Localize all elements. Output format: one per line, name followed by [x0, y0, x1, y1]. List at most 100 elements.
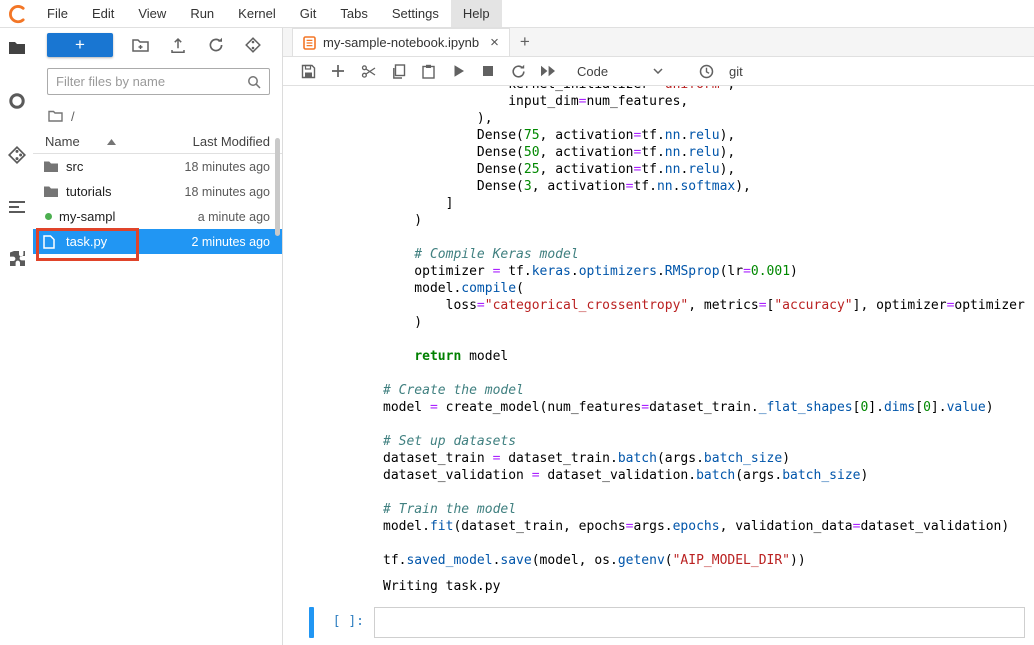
restart-kernel-icon[interactable] — [503, 64, 533, 79]
breadcrumb-root[interactable]: / — [71, 109, 75, 124]
file-row-my-sampl[interactable]: my-sampl a minute ago — [33, 204, 282, 229]
code-line — [383, 229, 1034, 246]
main-row: + — [0, 28, 1034, 645]
new-tab-button[interactable]: + — [510, 28, 540, 56]
workspace: my-sample-notebook.ipynb × + — [283, 28, 1034, 645]
save-icon[interactable] — [293, 64, 323, 79]
file-name: tutorials — [66, 184, 112, 199]
empty-cell-editor[interactable] — [374, 607, 1025, 638]
search-icon — [247, 75, 261, 89]
code-cell-editor[interactable]: kernel_initializer="uniform", input_dim=… — [374, 86, 1034, 569]
file-browser-scrollbar[interactable] — [275, 138, 280, 236]
notebook-toolbar: Code git — [283, 57, 1034, 86]
cell-type-dropdown[interactable]: Code — [577, 64, 663, 79]
code-line — [383, 331, 1034, 348]
tab-notebook[interactable]: my-sample-notebook.ipynb × — [292, 28, 510, 56]
code-line — [383, 535, 1034, 552]
fast-forward-icon[interactable] — [533, 65, 563, 77]
code-line — [383, 365, 1034, 382]
file-list-header: Name Last Modified — [33, 130, 282, 154]
new-folder-icon[interactable] — [132, 38, 149, 52]
file-name: my-sampl — [59, 209, 115, 224]
code-line: Dense(75, activation=tf.nn.relu), — [383, 127, 1034, 144]
file-row-tutorials[interactable]: tutorials18 minutes ago — [33, 179, 282, 204]
code-line: ) — [383, 212, 1034, 229]
filter-files-box — [47, 68, 270, 95]
git-clone-icon[interactable] — [245, 37, 261, 53]
empty-cell-prompt: [ ]: — [318, 607, 374, 638]
copy-icon[interactable] — [383, 64, 413, 79]
file-row-task.py[interactable]: task.py 2 minutes ago — [33, 229, 282, 254]
tab-bar: my-sample-notebook.ipynb × + — [283, 28, 1034, 57]
file-name: src — [66, 159, 83, 174]
code-line: # Compile Keras model — [383, 246, 1034, 263]
cell-type-value: Code — [577, 64, 608, 79]
tab-label: my-sample-notebook.ipynb — [323, 35, 479, 50]
code-line: Dense(50, activation=tf.nn.relu), — [383, 144, 1034, 161]
table-of-contents-icon[interactable] — [8, 200, 26, 214]
breadcrumb: / — [33, 102, 282, 130]
sort-ascending-icon — [107, 139, 116, 145]
menu-view[interactable]: View — [126, 0, 178, 27]
file-browser-icon[interactable] — [8, 40, 26, 56]
code-line: model.fit(dataset_train, epochs=args.epo… — [383, 518, 1034, 535]
code-line — [383, 484, 1034, 501]
file-name: task.py — [66, 234, 107, 249]
menu-bar: FileEditViewRunKernelGitTabsSettingsHelp — [0, 0, 1034, 28]
column-header-name[interactable]: Name — [45, 134, 80, 149]
file-browser-panel: + — [33, 28, 283, 645]
column-header-modified[interactable]: Last Modified — [193, 134, 270, 149]
cell-collapser[interactable] — [309, 86, 314, 569]
code-line: # Set up datasets — [383, 433, 1034, 450]
file-row-src[interactable]: src 18 minutes ago — [33, 154, 282, 179]
file-icon — [43, 235, 59, 249]
code-line: dataset_validation = dataset_validation.… — [383, 467, 1034, 484]
running-indicator — [45, 213, 52, 220]
code-line: model.compile( — [383, 280, 1034, 297]
menu-kernel[interactable]: Kernel — [226, 0, 288, 27]
code-line: kernel_initializer="uniform", — [383, 86, 1034, 93]
activity-bar — [0, 28, 33, 645]
empty-cell: [ ]: — [309, 607, 1034, 638]
new-launcher-button[interactable]: + — [47, 33, 113, 57]
upload-icon[interactable] — [170, 37, 186, 53]
refresh-icon[interactable] — [208, 37, 224, 53]
code-line — [383, 416, 1034, 433]
notebook-icon — [303, 36, 316, 50]
code-line: Dense(3, activation=tf.nn.softmax), — [383, 178, 1034, 195]
git-icon[interactable] — [8, 146, 26, 164]
code-line: return model — [383, 348, 1034, 365]
active-cell-collapser[interactable] — [309, 607, 314, 638]
filter-files-input[interactable] — [56, 74, 247, 89]
menu-help[interactable]: Help — [451, 0, 502, 27]
stop-icon[interactable] — [473, 65, 503, 77]
file-modified: 18 minutes ago — [185, 160, 270, 174]
file-modified: 2 minutes ago — [191, 235, 270, 249]
paste-icon[interactable] — [413, 64, 443, 79]
notebook-content: kernel_initializer="uniform", input_dim=… — [283, 86, 1034, 645]
code-line: Dense(25, activation=tf.nn.relu), — [383, 161, 1034, 178]
menu-git[interactable]: Git — [288, 0, 329, 27]
menu-settings[interactable]: Settings — [380, 0, 451, 27]
menu-tabs[interactable]: Tabs — [328, 0, 379, 27]
output-collapser[interactable] — [309, 579, 314, 594]
jupyterlab-window: FileEditViewRunKernelGitTabsSettingsHelp — [0, 0, 1034, 645]
extension-manager-icon[interactable] — [8, 250, 26, 268]
running-kernels-icon[interactable] — [8, 92, 26, 110]
menu-file[interactable]: File — [35, 0, 80, 27]
cell-prompt — [318, 86, 374, 569]
folder-icon — [43, 160, 59, 173]
cell-output: Writing task.py — [309, 579, 1034, 594]
menu-items: FileEditViewRunKernelGitTabsSettingsHelp — [35, 0, 502, 27]
menu-run[interactable]: Run — [178, 0, 226, 27]
run-icon[interactable] — [443, 64, 473, 78]
file-modified: a minute ago — [198, 210, 270, 224]
code-line: # Train the model — [383, 501, 1034, 518]
code-line: tf.saved_model.save(model, os.getenv("AI… — [383, 552, 1034, 569]
code-line: dataset_train = dataset_train.batch(args… — [383, 450, 1034, 467]
menu-edit[interactable]: Edit — [80, 0, 126, 27]
insert-cell-icon[interactable] — [323, 64, 353, 78]
home-folder-icon[interactable] — [48, 110, 63, 122]
close-icon[interactable]: × — [490, 35, 499, 50]
cut-icon[interactable] — [353, 64, 383, 79]
